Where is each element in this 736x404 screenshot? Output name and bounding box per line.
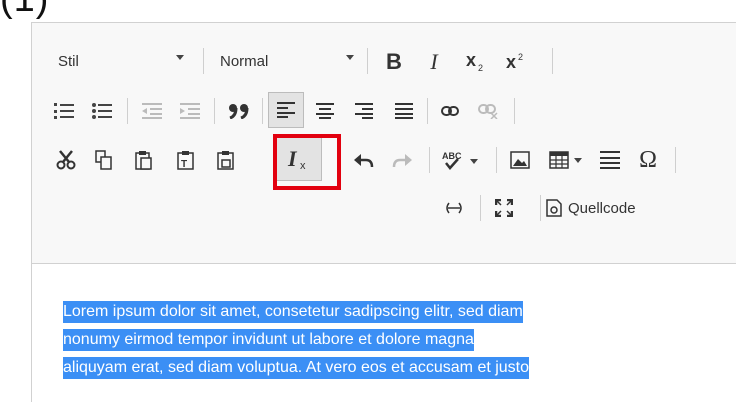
separator bbox=[514, 98, 515, 124]
copy-icon bbox=[95, 150, 112, 170]
link-icon bbox=[441, 106, 459, 116]
style-dropdown-label: Stil bbox=[58, 52, 79, 70]
copy-button[interactable] bbox=[88, 144, 120, 176]
italic-button[interactable]: I bbox=[417, 45, 451, 79]
align-right-icon bbox=[355, 103, 373, 119]
spellcheck-button[interactable]: ABC bbox=[437, 144, 485, 176]
chevron-down-icon bbox=[176, 55, 184, 60]
svg-text:T: T bbox=[181, 159, 187, 170]
format-dropdown[interactable]: Normal bbox=[212, 41, 360, 81]
align-left-button[interactable] bbox=[268, 92, 304, 128]
clipboard-word-icon bbox=[217, 151, 234, 170]
outdent-icon bbox=[142, 103, 162, 119]
indent-icon bbox=[180, 103, 200, 119]
blockquote-button[interactable] bbox=[222, 95, 256, 127]
undo-button[interactable] bbox=[348, 144, 380, 176]
svg-text:2: 2 bbox=[478, 63, 483, 73]
chevron-down-icon bbox=[346, 55, 354, 60]
separator bbox=[675, 147, 676, 173]
scissors-icon bbox=[56, 150, 76, 170]
rich-text-editor: Stil Normal B I x2 x2 T I x ABC Ω Quellc… bbox=[31, 22, 736, 404]
unlink-icon bbox=[478, 104, 498, 119]
align-center-button[interactable] bbox=[309, 95, 341, 127]
toolbar-row-4: Quellcode bbox=[32, 188, 736, 228]
cut-button[interactable] bbox=[50, 144, 82, 176]
separator bbox=[427, 98, 428, 124]
increase-indent-button[interactable] bbox=[174, 95, 206, 127]
table-icon bbox=[549, 151, 582, 169]
special-char-button[interactable]: Ω bbox=[632, 144, 664, 176]
svg-text:x: x bbox=[506, 52, 516, 72]
bulleted-list-icon bbox=[92, 103, 112, 119]
spellcheck-icon: ABC bbox=[442, 151, 478, 170]
numbered-list-icon bbox=[54, 103, 74, 119]
paste-text-button[interactable]: T bbox=[170, 144, 202, 176]
separator bbox=[429, 147, 430, 173]
separator bbox=[127, 98, 128, 124]
separator bbox=[540, 195, 541, 221]
italic-icon: I bbox=[430, 49, 438, 74]
table-button[interactable] bbox=[544, 144, 588, 176]
format-dropdown-label: Normal bbox=[220, 52, 269, 70]
editor-content[interactable]: Lorem ipsum dolor sit amet, consetetur s… bbox=[32, 264, 736, 404]
clipboard-icon bbox=[135, 151, 152, 170]
horizontal-rule-button[interactable] bbox=[594, 144, 626, 176]
text-line: aliquyam erat, sed diam voluptua. At ver… bbox=[63, 357, 530, 379]
selected-paragraph[interactable]: Lorem ipsum dolor sit amet, consetetur s… bbox=[63, 298, 723, 382]
align-center-icon bbox=[316, 103, 334, 119]
superscript-icon: x2 bbox=[506, 52, 523, 72]
toolbar-row-1: Stil Normal B I x2 x2 bbox=[32, 41, 736, 81]
source-label: Quellcode bbox=[568, 199, 636, 217]
bold-icon: B bbox=[386, 49, 402, 74]
nonbreaking-space-icon bbox=[446, 202, 462, 214]
text-line: Lorem ipsum dolor sit amet, consetetur s… bbox=[63, 301, 523, 323]
numbered-list-button[interactable] bbox=[48, 95, 80, 127]
source-button[interactable]: Quellcode bbox=[546, 192, 686, 224]
image-button[interactable] bbox=[504, 144, 536, 176]
undo-icon bbox=[354, 154, 374, 168]
nonbreaking-space-button[interactable] bbox=[438, 192, 470, 224]
source-code-icon bbox=[546, 199, 562, 217]
maximize-button[interactable] bbox=[488, 192, 520, 224]
svg-text:x: x bbox=[466, 50, 476, 70]
horizontal-rule-icon bbox=[600, 151, 620, 169]
bold-button[interactable]: B bbox=[377, 45, 411, 79]
partial-heading: (1) bbox=[0, 0, 49, 21]
separator bbox=[496, 147, 497, 173]
paste-word-button[interactable] bbox=[210, 144, 242, 176]
separator bbox=[203, 48, 204, 74]
quote-icon bbox=[229, 104, 249, 119]
clipboard-text-icon: T bbox=[177, 151, 194, 170]
paste-button[interactable] bbox=[128, 144, 160, 176]
style-dropdown[interactable]: Stil bbox=[50, 41, 190, 81]
bulleted-list-button[interactable] bbox=[86, 95, 118, 127]
link-button[interactable] bbox=[434, 95, 466, 127]
svg-text:ABC: ABC bbox=[442, 151, 462, 161]
align-justify-button[interactable] bbox=[388, 95, 420, 127]
subscript-button[interactable]: x2 bbox=[459, 45, 493, 79]
redo-icon bbox=[392, 154, 412, 168]
separator bbox=[262, 98, 263, 124]
highlight-box bbox=[273, 134, 341, 190]
align-left-icon bbox=[277, 102, 295, 118]
decrease-indent-button[interactable] bbox=[136, 95, 168, 127]
svg-text:2: 2 bbox=[518, 52, 523, 62]
image-icon bbox=[510, 151, 530, 169]
subscript-icon: x2 bbox=[466, 50, 483, 73]
separator bbox=[367, 48, 368, 74]
omega-icon: Ω bbox=[639, 146, 657, 173]
editor-toolbar: Stil Normal B I x2 x2 T I x ABC Ω Quellc… bbox=[32, 23, 736, 264]
separator bbox=[214, 98, 215, 124]
toolbar-row-2 bbox=[32, 91, 736, 131]
maximize-icon bbox=[495, 199, 513, 217]
unlink-button[interactable] bbox=[472, 95, 504, 127]
superscript-button[interactable]: x2 bbox=[499, 45, 533, 79]
align-justify-icon bbox=[395, 103, 413, 119]
separator bbox=[480, 195, 481, 221]
redo-button[interactable] bbox=[386, 144, 418, 176]
toolbar-row-3: T I x ABC Ω bbox=[32, 134, 736, 190]
align-right-button[interactable] bbox=[348, 95, 380, 127]
separator bbox=[552, 48, 553, 74]
text-line: nonumy eirmod tempor invidunt ut labore … bbox=[63, 329, 474, 351]
